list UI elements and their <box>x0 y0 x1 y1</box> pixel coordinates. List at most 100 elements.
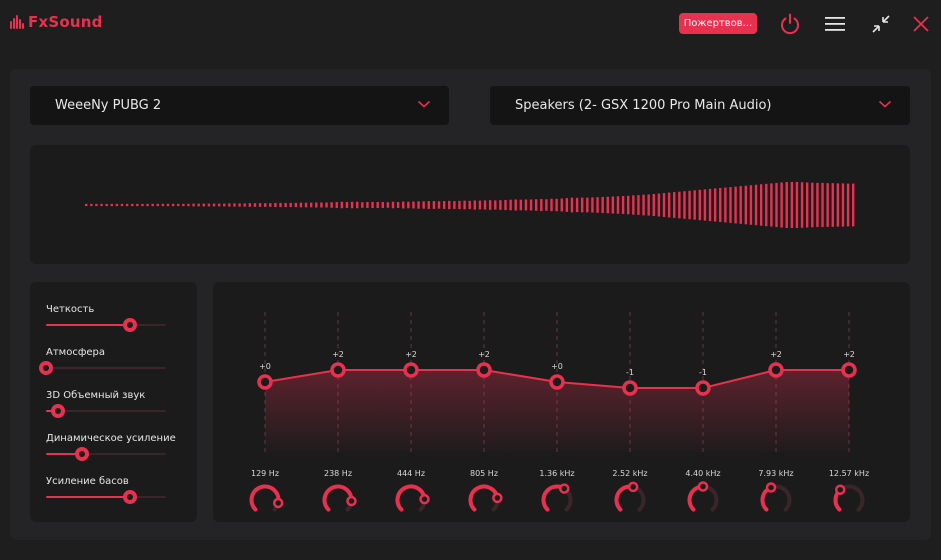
effect-label: Динамическое усиление <box>46 433 176 444</box>
spectrum-bar <box>161 203 165 207</box>
spectrum-bar <box>550 198 553 212</box>
eq-band-knob[interactable] <box>395 484 430 512</box>
spectrum-bar <box>805 182 809 228</box>
spectrum-bar <box>826 183 829 227</box>
eq-gain-label: +0 <box>259 362 271 371</box>
spectrum-bar <box>693 190 696 220</box>
eq-band-knob[interactable] <box>687 481 719 512</box>
eq-gain-label: +2 <box>770 350 782 359</box>
spectrum-bar <box>499 200 502 210</box>
spectrum-bar <box>269 203 272 207</box>
spectrum-bar <box>606 196 609 214</box>
spectrum-bar <box>703 189 707 221</box>
effects-panel: Четкость Атмосфера 3D Объемный звук Дина… <box>30 282 197 522</box>
spectrum-bar <box>739 186 742 224</box>
effect-label: Атмосфера <box>46 347 106 358</box>
spectrum-bar <box>616 196 620 214</box>
spectrum-bar <box>202 203 206 207</box>
effect-clarity: Четкость <box>46 304 171 332</box>
menu-icon[interactable] <box>821 10 849 38</box>
spectrum-visualizer <box>30 145 910 264</box>
spectrum-bar <box>422 201 425 209</box>
spectrum-bar <box>570 197 574 213</box>
spectrum-bar <box>325 202 328 208</box>
eq-band-handle[interactable] <box>841 362 857 378</box>
spectrum-bar <box>749 185 753 225</box>
spectrum-bar <box>647 194 650 216</box>
eq-band-knob[interactable] <box>322 484 357 512</box>
spectrum-bar <box>565 198 569 212</box>
spectrum-bar <box>688 190 691 220</box>
spectrum-bar <box>611 196 615 214</box>
eq-band-handle[interactable] <box>257 374 273 390</box>
close-icon[interactable] <box>907 10 935 38</box>
chevron-down-icon <box>417 100 431 108</box>
dynamic-boost-slider[interactable] <box>46 447 166 461</box>
clarity-slider[interactable] <box>46 318 166 332</box>
slider-thumb[interactable] <box>123 490 137 504</box>
spectrum-bar <box>621 196 625 214</box>
eq-frequency-label: 7.93 kHz <box>758 469 793 478</box>
spectrum-bar <box>627 195 630 215</box>
eq-band-handle[interactable] <box>549 374 565 390</box>
spectrum-bar <box>171 203 175 207</box>
donate-button[interactable]: Пожертвов... <box>679 13 757 34</box>
power-icon[interactable] <box>776 10 804 38</box>
spectrum-bar <box>197 203 200 207</box>
eq-band-knob[interactable] <box>541 483 573 512</box>
slider-thumb[interactable] <box>75 447 89 461</box>
eq-band-handle[interactable] <box>695 380 711 396</box>
eq-band-knob[interactable] <box>468 484 503 512</box>
spectrum-bar <box>836 183 840 227</box>
spectrum-bar <box>514 199 517 211</box>
eq-band-handle[interactable] <box>622 380 638 396</box>
spectrum-bar <box>177 203 180 207</box>
spectrum-bar <box>233 203 236 207</box>
eq-frequency-label: 4.40 kHz <box>685 469 720 478</box>
eq-band-handle[interactable] <box>403 362 419 378</box>
spectrum-bar <box>289 202 292 208</box>
spectrum-bar <box>396 202 400 208</box>
eq-gain-label: +2 <box>478 350 490 359</box>
spectrum-bar <box>238 203 241 207</box>
spectrum-bar <box>366 202 369 208</box>
eq-band-knob[interactable] <box>833 484 865 512</box>
surround-slider[interactable] <box>46 404 166 418</box>
spectrum-bar <box>719 187 722 223</box>
spectrum-bar <box>320 202 323 208</box>
eq-band-knob[interactable] <box>760 482 792 512</box>
spectrum-bar <box>223 203 226 207</box>
spectrum-bar <box>376 202 379 208</box>
spectrum-bar <box>299 202 303 208</box>
spectrum-bar <box>790 182 794 228</box>
spectrum-bar <box>759 184 763 226</box>
equalizer-graph: +0 129 Hz +2 238 Hz +2 444 Hz +2 805 Hz +0 1.36 k… <box>249 312 869 512</box>
spectrum-bar <box>816 182 819 228</box>
spectrum-bar <box>131 203 134 207</box>
eq-band-handle[interactable] <box>330 362 346 378</box>
eq-band-knob[interactable] <box>614 481 646 512</box>
bass-boost-slider[interactable] <box>46 490 166 504</box>
slider-thumb[interactable] <box>39 361 53 375</box>
eq-frequency-label: 2.52 kHz <box>612 469 647 478</box>
spectrum-bar <box>407 201 410 209</box>
output-device-value: Speakers (2- GSX 1200 Pro Main Audio) <box>515 98 772 113</box>
eq-band-handle[interactable] <box>768 362 784 378</box>
spectrum-bar <box>754 184 758 226</box>
spectrum-bar <box>330 202 333 208</box>
minimize-icon[interactable] <box>867 10 895 38</box>
eq-band-handle[interactable] <box>476 362 492 378</box>
spectrum-bar <box>846 183 850 227</box>
output-device-dropdown[interactable]: Speakers (2- GSX 1200 Pro Main Audio) <box>490 86 910 125</box>
slider-thumb[interactable] <box>51 404 65 418</box>
eq-gain-label: -1 <box>626 368 634 377</box>
eq-gain-label: +2 <box>843 350 855 359</box>
slider-thumb[interactable] <box>123 318 137 332</box>
preset-dropdown[interactable]: WeeeNy PUBG 2 <box>30 86 449 125</box>
spectrum-bar <box>386 202 390 208</box>
spectrum-bar <box>775 182 778 228</box>
spectrum-bar <box>90 203 93 207</box>
spectrum-bar <box>212 203 216 207</box>
ambience-slider[interactable] <box>39 361 166 375</box>
eq-band-knob[interactable] <box>249 484 284 512</box>
